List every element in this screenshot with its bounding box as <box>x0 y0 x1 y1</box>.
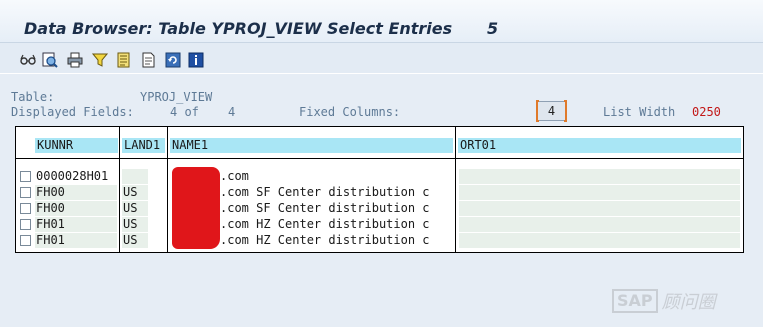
results-grid: KUNNR LAND1 NAME1 ORT01 0000028H01 .com … <box>15 126 744 253</box>
cell-ort01 <box>459 169 740 184</box>
displayed-fields-label: Displayed Fields: <box>11 105 134 119</box>
cell-ort01 <box>459 185 740 200</box>
row-select-checkbox[interactable] <box>20 203 31 214</box>
column-header-kunnr[interactable]: KUNNR <box>35 138 118 153</box>
row-select-checkbox[interactable] <box>20 219 31 230</box>
column-header-name1[interactable]: NAME1 <box>170 138 453 153</box>
cell-name1: .com <box>220 169 249 183</box>
info-icon[interactable] <box>188 52 204 68</box>
cell-name1: .com SF Center distribution c <box>220 201 430 215</box>
details-icon[interactable] <box>42 52 58 68</box>
displayed-fields-value: 4 of <box>170 105 199 119</box>
watermark-text: 顾问圈 <box>661 292 716 313</box>
application-toolbar <box>0 43 763 73</box>
row-select-checkbox[interactable] <box>20 187 31 198</box>
cell-name1: .com HZ Center distribution c <box>220 217 430 231</box>
cell-land1 <box>122 169 148 184</box>
printer-icon[interactable] <box>67 52 83 68</box>
document-icon[interactable] <box>141 52 157 68</box>
window-title: Data Browser: Table YPROJ_VIEW Select En… <box>24 19 453 38</box>
cell-ort01 <box>459 217 740 232</box>
title-bar: Data Browser: Table YPROJ_VIEW Select En… <box>0 0 763 43</box>
cell-kunnr: FH00 <box>35 185 117 200</box>
entries-count: 5 <box>487 19 499 38</box>
row-select-checkbox[interactable] <box>20 171 31 182</box>
table-label: Table: <box>11 90 55 104</box>
filter-icon[interactable] <box>92 52 108 68</box>
column-header-land1[interactable]: LAND1 <box>122 138 165 153</box>
cell-kunnr: FH01 <box>35 233 117 248</box>
sort-icon[interactable] <box>116 52 132 68</box>
fixed-columns-label: Fixed Columns: <box>299 105 401 119</box>
cell-name1: .com HZ Center distribution c <box>220 233 430 247</box>
cell-land1: US <box>122 217 148 232</box>
table-name: YPROJ_VIEW <box>140 90 213 104</box>
refresh-icon[interactable] <box>165 52 181 68</box>
watermark: SAP 顾问圈 <box>612 288 716 314</box>
cell-ort01 <box>459 233 740 248</box>
glasses-icon[interactable] <box>20 52 36 68</box>
displayed-fields-total: 4 <box>228 105 236 119</box>
cell-ort01 <box>459 201 740 216</box>
cell-kunnr: FH01 <box>35 217 117 232</box>
row-select-checkbox[interactable] <box>20 235 31 246</box>
cell-kunnr: 0000028H01 <box>36 169 109 183</box>
redaction-mark <box>172 167 220 249</box>
cell-name1: .com SF Center distribution c <box>220 185 430 199</box>
cell-kunnr: FH00 <box>35 201 117 216</box>
cell-land1: US <box>122 201 148 216</box>
list-width-label: List Width <box>603 105 676 119</box>
column-header-ort01[interactable]: ORT01 <box>458 138 741 153</box>
fixed-columns-input[interactable]: 4 <box>536 100 567 122</box>
watermark-sap-logo: SAP <box>612 289 658 313</box>
cell-land1: US <box>122 233 148 248</box>
cell-land1: US <box>122 185 148 200</box>
list-width-value: 0250 <box>692 105 721 119</box>
